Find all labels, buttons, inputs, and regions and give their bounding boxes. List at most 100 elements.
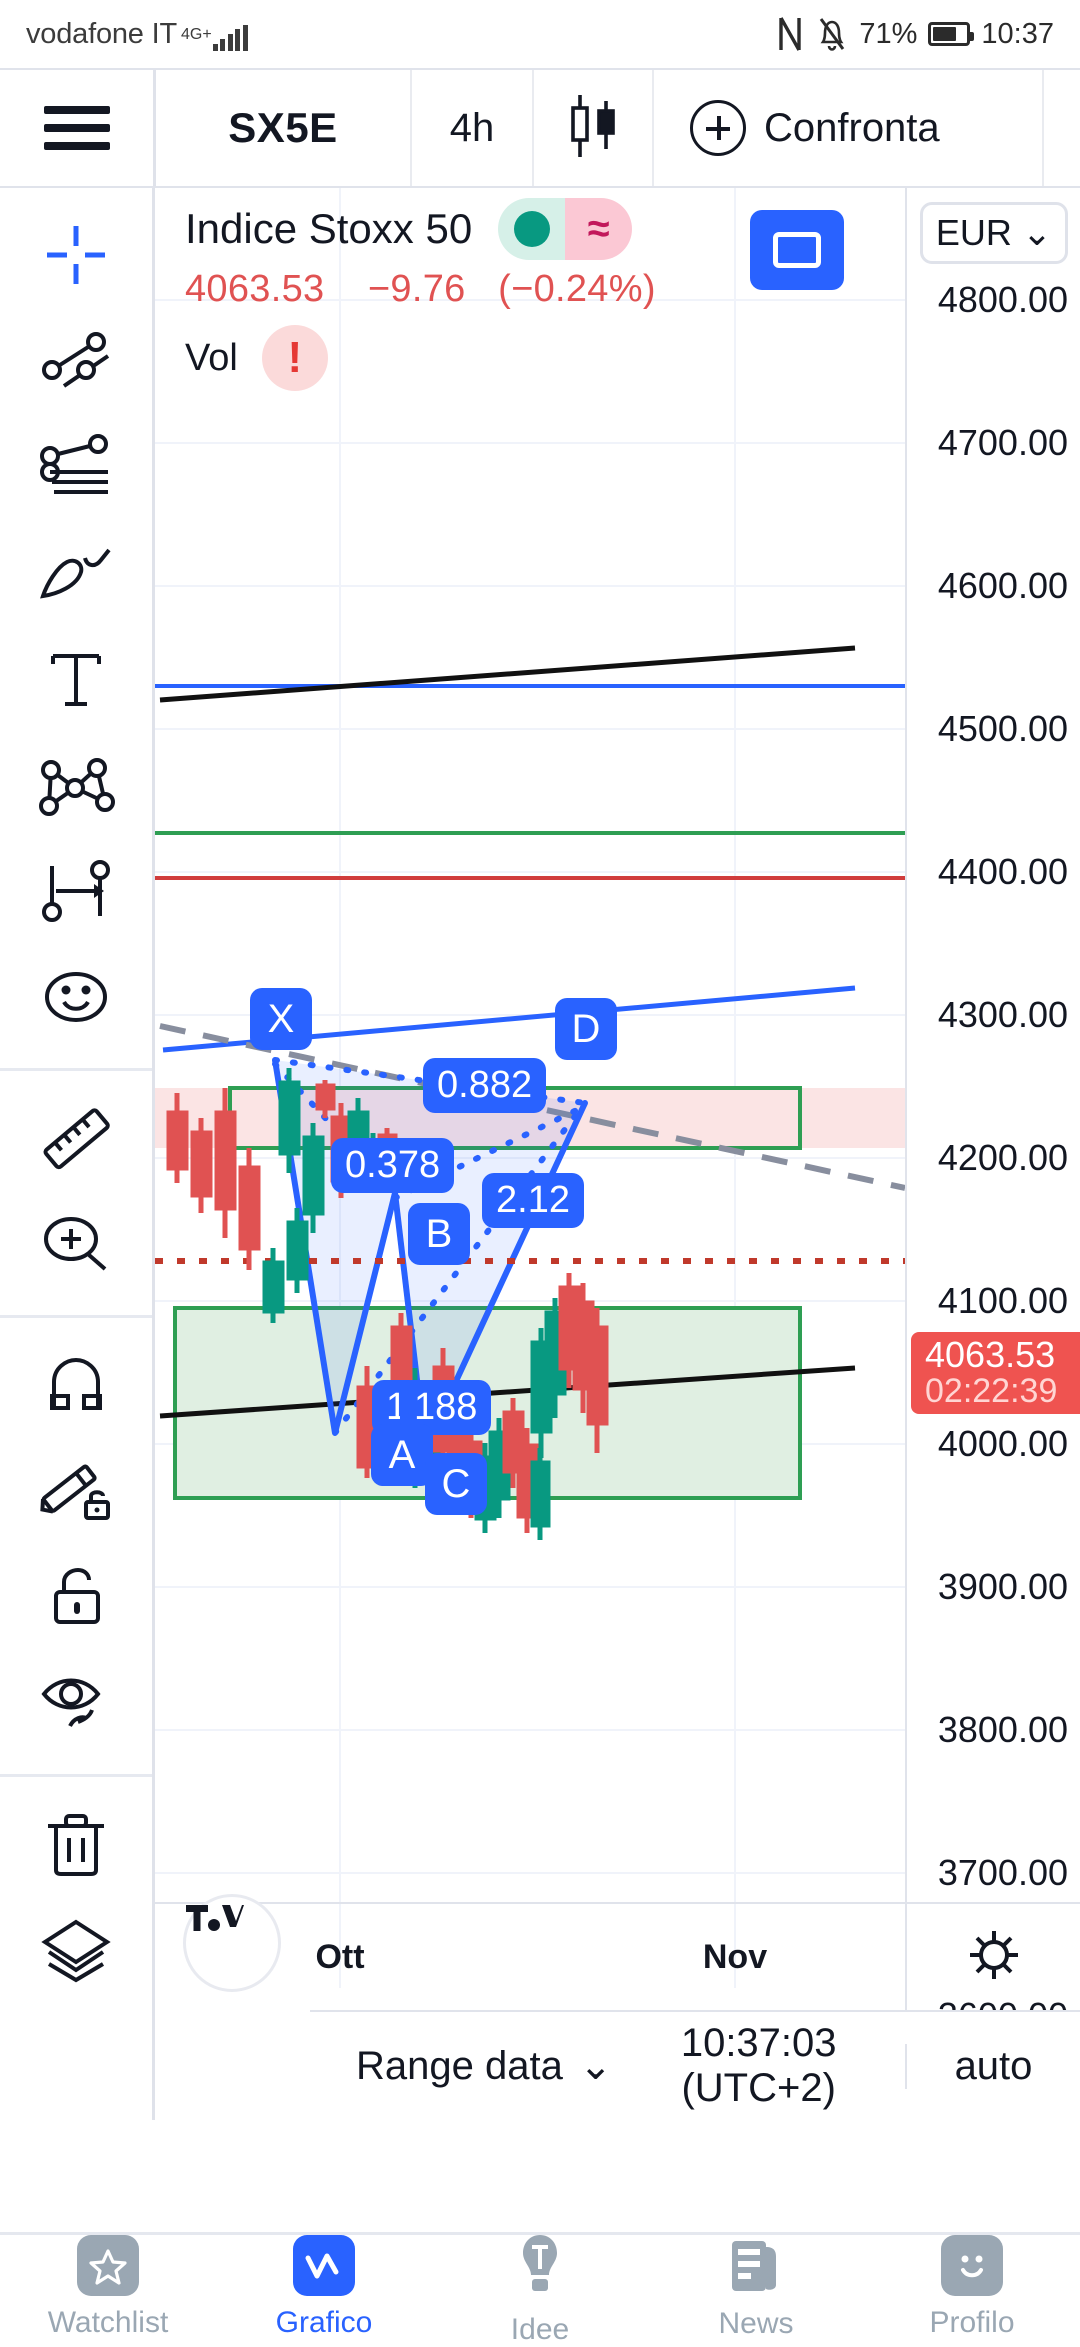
signal-bars-icon (212, 24, 248, 51)
remove-drawings-tool[interactable] (0, 1791, 152, 1897)
pattern-point-a[interactable]: A (371, 1424, 433, 1486)
price-axis[interactable]: EUR ⌄ 4800.00 4700.00 4600.00 4500.00 44… (905, 188, 1080, 2036)
legend-price: 4063.53 (185, 268, 325, 310)
status-bar-left: vodafone IT 4G+ (26, 18, 248, 51)
range-data-button[interactable]: Range data ⌄ (356, 2043, 612, 2089)
nav-item-watchlist[interactable]: Watchlist (0, 2235, 216, 2340)
brush-tool[interactable] (0, 520, 152, 626)
status-bar-clock: 10:37 (981, 17, 1054, 50)
instrument-title: Indice Stoxx 50 (185, 205, 473, 252)
carrier-name: vodafone IT (26, 17, 177, 50)
chart-settings-button[interactable] (905, 1902, 1080, 2010)
legend-title-row: Indice Stoxx 50 ≈ (185, 198, 656, 260)
lock-drawings-tool[interactable] (0, 1544, 152, 1650)
price-tick: 4100.00 (937, 1280, 1068, 1321)
status-bar-right: 71% 10:37 (775, 15, 1054, 53)
bell-muted-icon (816, 15, 848, 53)
app-screen: vodafone IT 4G+ 71% 10:37 SX5E 4h Confro… (0, 0, 1080, 2346)
battery-icon (928, 22, 975, 46)
pattern-tool[interactable] (0, 732, 152, 838)
fullscreen-icon (773, 232, 821, 268)
nav-label-watchlist: Watchlist (47, 2306, 169, 2339)
price-tick: 4600.00 (937, 565, 1068, 606)
chart-line-icon (293, 2235, 355, 2296)
time-tick-label: Ott (315, 1938, 365, 1976)
hide-drawings-tool[interactable] (0, 1650, 152, 1756)
fullscreen-button[interactable] (750, 210, 844, 290)
warning-icon[interactable]: ! (261, 325, 328, 391)
price-tick: 4300.00 (937, 994, 1068, 1035)
plus-circle-icon (690, 100, 746, 156)
star-icon (77, 2235, 139, 2296)
nav-label-profilo: Profilo (929, 2306, 1015, 2339)
compare-label: Confronta (764, 105, 940, 150)
currency-selector[interactable]: EUR ⌄ (920, 202, 1068, 264)
tradingview-logo[interactable] (183, 1894, 281, 1992)
menu-button[interactable] (0, 70, 156, 186)
status-badge[interactable]: ≈ (498, 198, 633, 260)
drawing-toolbar-group-3 (0, 1318, 152, 1777)
auto-scale-button[interactable]: auto (905, 2043, 1080, 2089)
live-price-value: 4063.53 (925, 1334, 1056, 1376)
price-tick: 4500.00 (937, 708, 1068, 749)
fib-label-0882[interactable]: 0.882 (423, 1058, 547, 1113)
measure-tool[interactable] (0, 838, 152, 944)
nfc-icon (775, 15, 805, 53)
pattern-point-d[interactable]: D (555, 998, 617, 1060)
data-delay-icon: ≈ (565, 198, 633, 260)
chart-pane[interactable]: X 0.882 D 0.378 2.12 B 1 188 A C Indice … (155, 188, 1080, 2036)
chart-plot[interactable]: X 0.882 D 0.378 2.12 B 1 188 A C Indice … (155, 188, 905, 2010)
crosshair-tool[interactable] (0, 202, 152, 308)
emoji-tool[interactable] (0, 944, 152, 1050)
fib-channel-tool[interactable] (0, 414, 152, 520)
volume-legend[interactable]: Vol ! (185, 325, 656, 391)
nav-label-idee: Idee (510, 2312, 570, 2346)
hamburger-menu-icon (43, 106, 110, 150)
fib-label-0378[interactable]: 0.378 (331, 1138, 455, 1193)
text-tool[interactable] (0, 626, 152, 732)
pattern-point-b[interactable]: B (408, 1203, 470, 1265)
zoom-in-tool[interactable] (0, 1191, 152, 1297)
symbol-button[interactable]: SX5E (156, 70, 412, 186)
nav-label-news: News (718, 2306, 794, 2340)
battery-percentage: 71% (859, 17, 918, 50)
price-tick: 4400.00 (937, 851, 1068, 892)
price-tick: 4800.00 (937, 279, 1068, 320)
candlestick-icon (564, 91, 622, 166)
fib-label-212[interactable]: 2.12 (482, 1173, 584, 1228)
legend-change: −9.76 (367, 268, 466, 310)
drawing-toolbar-group-2 (0, 1071, 152, 1318)
legend-quote-row: 4063.53 −9.76 (−0.24%) (185, 268, 656, 311)
price-tick: 4000.00 (937, 1423, 1068, 1464)
chevron-down-icon: ⌄ (1021, 212, 1053, 253)
nav-label-grafico: Grafico (275, 2306, 373, 2339)
volume-label: Vol (185, 336, 238, 379)
lightbulb-icon (509, 2229, 571, 2303)
status-bar: vodafone IT 4G+ 71% 10:37 (0, 0, 1080, 68)
chart-container[interactable]: X 0.882 D 0.378 2.12 B 1 188 A C Indice … (155, 188, 1080, 2120)
live-price-badge[interactable]: 4063.53 02:22:39 (911, 1332, 1080, 1414)
nav-item-profilo[interactable]: Profilo (864, 2235, 1080, 2340)
pattern-point-x[interactable]: X (250, 988, 312, 1050)
chart-toolbar: SX5E 4h Confronta (0, 68, 1080, 188)
nav-item-news[interactable]: News (648, 2235, 864, 2340)
toolbar-overflow-button[interactable] (1044, 70, 1080, 186)
nav-item-idee[interactable]: Idee (432, 2234, 648, 2346)
chart-legend: Indice Stoxx 50 ≈ 4063.53 −9.76 (−0.24%) (185, 198, 656, 391)
pattern-point-c[interactable]: C (425, 1453, 487, 1515)
ruler-tool[interactable] (0, 1085, 152, 1191)
chart-clock[interactable]: 10:37:03 (UTC+2) (612, 2021, 905, 2111)
chart-type-button[interactable] (534, 70, 654, 186)
bar-countdown: 02:22:39 (925, 1372, 1058, 1411)
drawing-mode-lock-tool[interactable] (0, 1438, 152, 1544)
compare-button[interactable]: Confronta (654, 70, 1044, 186)
object-tree-tool[interactable] (0, 1897, 152, 2003)
trend-line-tool[interactable] (0, 308, 152, 414)
nav-item-grafico[interactable]: Grafico (216, 2235, 432, 2340)
drawing-toolbar-group-4 (0, 1777, 152, 2021)
interval-button[interactable]: 4h (412, 70, 534, 186)
interval-label: 4h (449, 105, 495, 150)
market-open-indicator (498, 198, 566, 260)
magnet-tool[interactable] (0, 1332, 152, 1438)
range-data-label: Range data (356, 2043, 563, 2088)
